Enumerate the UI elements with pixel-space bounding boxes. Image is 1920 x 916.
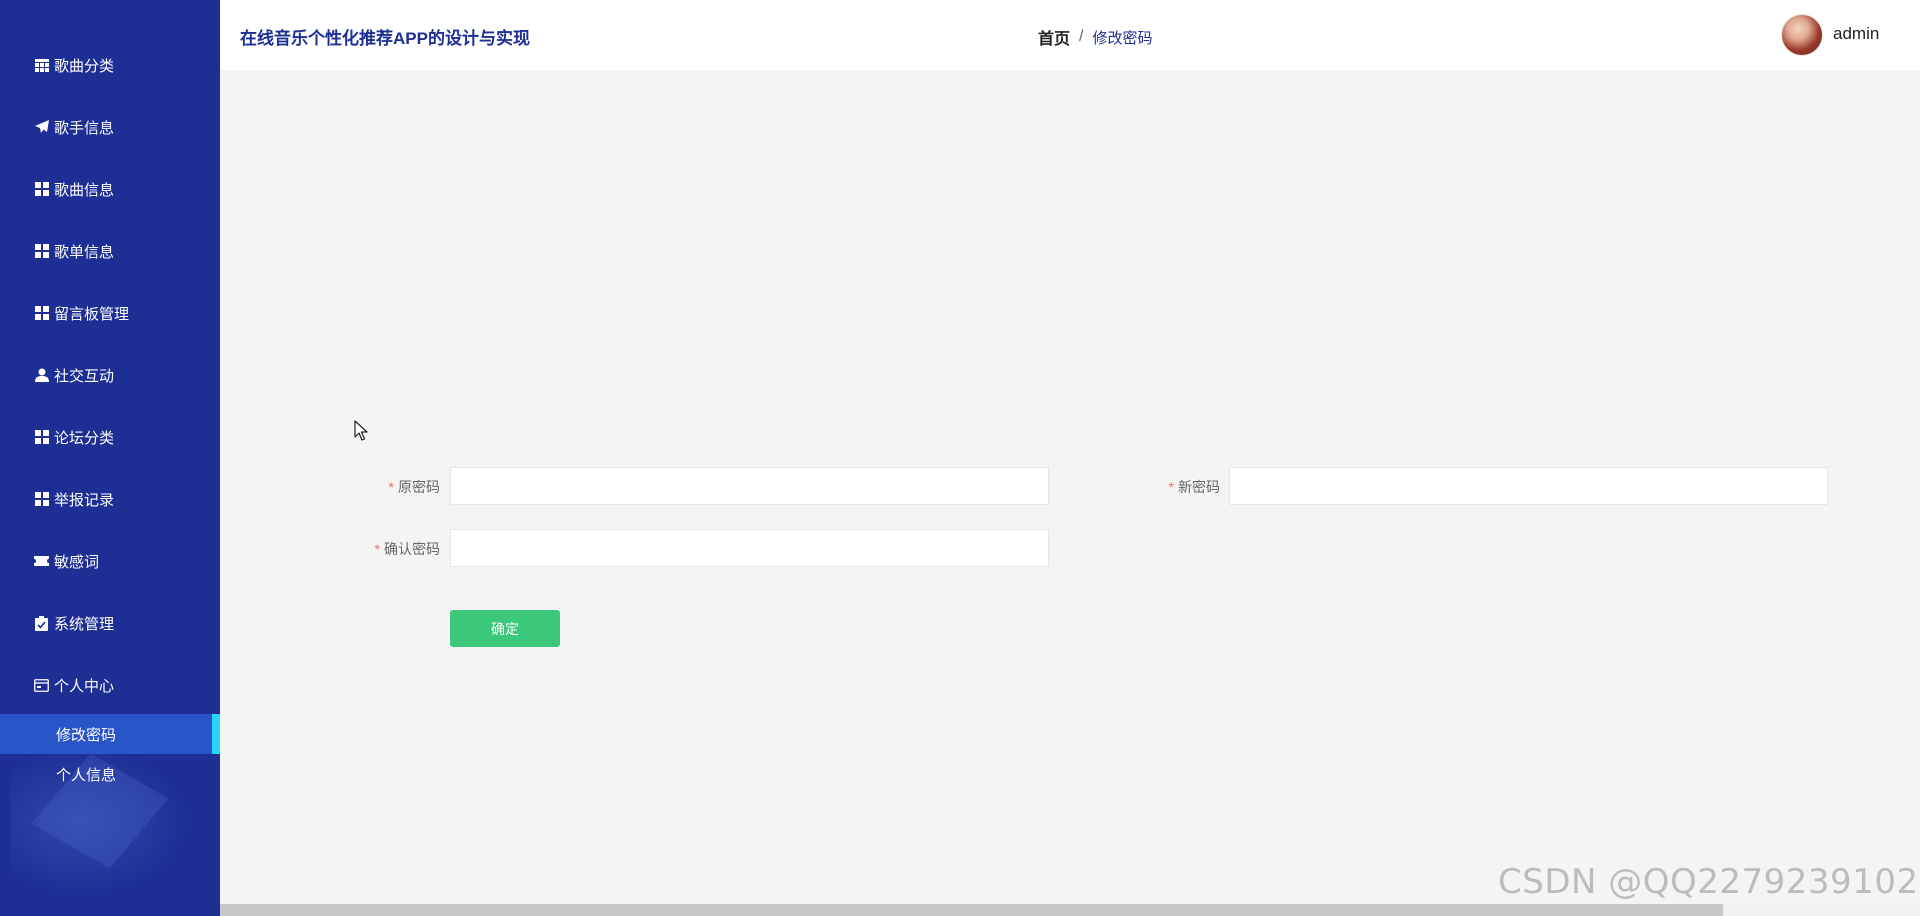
sidebar-item-label: 举报记录 [54,491,115,509]
sidebar-item-label: 歌曲分类 [54,57,115,75]
old-password-input[interactable] [450,467,1049,505]
scrollbar-thumb[interactable] [220,904,1723,916]
sidebar-item-social[interactable]: 社交互动 [0,355,220,395]
clipboard-icon [34,615,49,631]
sidebar-item-personal-center[interactable]: 个人中心 [0,665,220,705]
card-icon [34,678,49,693]
top-header: 在线音乐个性化推荐APP的设计与实现 首页 / 修改密码 admin [220,0,1920,70]
sidebar: 歌曲分类 歌手信息 歌曲信息 歌单信息 留言板管理 社交互动 论坛分类 举报记录… [0,0,220,916]
watermark: CSDN @QQ2279239102 [1498,862,1919,902]
avatar[interactable] [1781,14,1823,56]
confirm-password-label: * 确认密码 [374,541,440,557]
grid-icon [34,244,49,259]
new-password-input[interactable] [1229,467,1828,505]
ticket-icon [34,554,49,569]
grid-icon [34,306,49,321]
required-mark: * [374,541,380,557]
mouse-cursor-icon [354,420,368,447]
breadcrumb-separator: / [1079,28,1084,45]
confirm-password-input[interactable] [450,529,1049,567]
sidebar-item-label: 留言板管理 [54,305,130,323]
sidebar-item-sensitive-words[interactable]: 敏感词 [0,541,220,581]
required-mark: * [1168,479,1174,495]
app-title: 在线音乐个性化推荐APP的设计与实现 [240,29,530,48]
sidebar-subitem-change-password[interactable]: 修改密码 [0,714,220,754]
sidebar-item-singer-info[interactable]: 歌手信息 [0,107,220,147]
sidebar-item-playlist-info[interactable]: 歌单信息 [0,231,220,271]
sidebar-item-label: 歌手信息 [54,119,115,137]
grid-icon [34,492,49,507]
sidebar-item-forum-category[interactable]: 论坛分类 [0,417,220,457]
submit-button[interactable]: 确定 [450,610,560,647]
horizontal-scrollbar[interactable] [220,904,1920,916]
breadcrumb-home-link[interactable]: 首页 [1038,25,1070,49]
sidebar-subitem-personal-info[interactable]: 个人信息 [0,754,220,794]
username[interactable]: admin [1833,24,1879,44]
sidebar-item-label: 歌曲信息 [54,181,115,199]
new-password-label: * 新密码 [1168,479,1220,495]
sidebar-item-label: 敏感词 [54,553,100,571]
grid-icon [34,430,49,445]
sidebar-subitem-label: 个人信息 [56,766,117,784]
sidebar-item-label: 系统管理 [54,615,115,633]
grid-icon [34,182,49,197]
paper-plane-icon [34,120,49,135]
sidebar-item-label: 社交互动 [54,367,115,385]
sidebar-item-report-records[interactable]: 举报记录 [0,479,220,519]
sidebar-item-song-info[interactable]: 歌曲信息 [0,169,220,209]
breadcrumb-current: 修改密码 [1092,29,1153,47]
sidebar-item-song-category[interactable]: 歌曲分类 [0,45,220,85]
required-mark: * [388,479,394,495]
sidebar-item-label: 个人中心 [54,677,115,695]
sidebar-item-message-board[interactable]: 留言板管理 [0,293,220,333]
table-icon [34,58,49,73]
user-icon [34,368,49,383]
sidebar-item-system-management[interactable]: 系统管理 [0,603,220,643]
sidebar-item-label: 论坛分类 [54,429,115,447]
sidebar-item-label: 歌单信息 [54,243,115,261]
sidebar-subitem-label: 修改密码 [56,726,117,744]
old-password-label: * 原密码 [388,479,440,495]
breadcrumb: 首页 / 修改密码 [1038,25,1152,49]
